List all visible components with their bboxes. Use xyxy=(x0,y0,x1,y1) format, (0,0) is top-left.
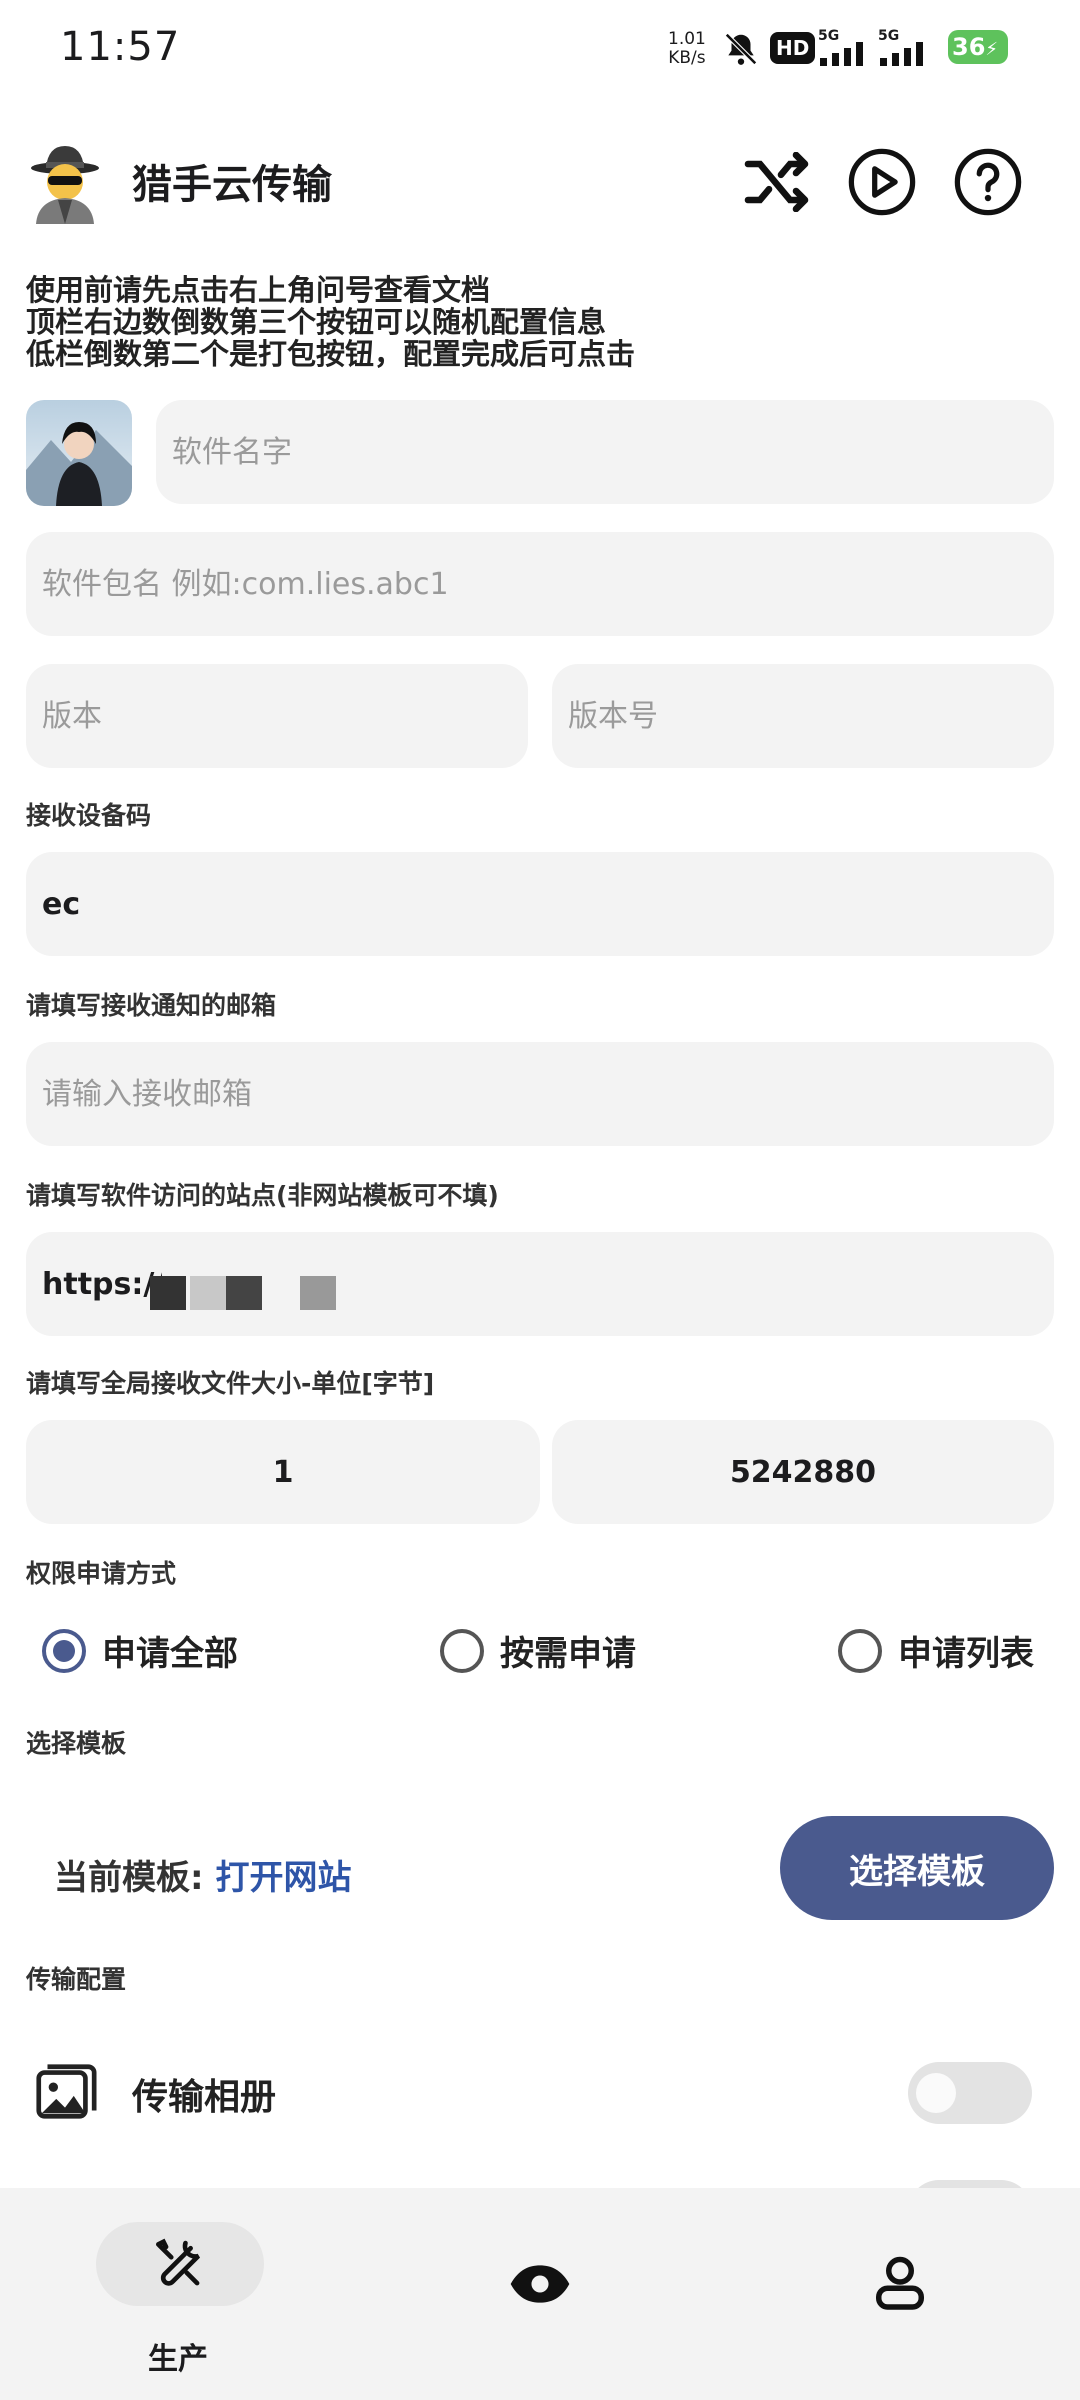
redacted-block xyxy=(150,1276,186,1310)
radio-request-all[interactable]: 申请全部 xyxy=(42,1626,238,1675)
redacted-block xyxy=(190,1276,226,1310)
tools-icon xyxy=(156,2238,201,2286)
radio-request-on-demand[interactable]: 按需申请 xyxy=(440,1626,636,1675)
transfer-label: 传输配置 xyxy=(26,1965,127,1994)
battery-indicator: 36⚡ xyxy=(948,30,1008,64)
mute-bell-icon xyxy=(725,33,757,65)
intro-line: 顶栏右边数倒数第三个按钮可以随机配置信息 xyxy=(26,305,607,339)
email-field[interactable] xyxy=(26,1042,1054,1146)
transfer-album-label: 传输相册 xyxy=(132,2077,277,2118)
intro-line: 使用前请先点击右上角问号查看文档 xyxy=(26,273,491,307)
nav-item-production[interactable] xyxy=(96,2222,264,2306)
user-icon[interactable] xyxy=(870,2250,930,2314)
app-icon-image xyxy=(26,422,132,506)
signal-icon-1 xyxy=(820,42,863,66)
net-speed-unit: KB/s xyxy=(668,48,706,68)
app-name-input[interactable] xyxy=(170,433,1054,471)
intro-text: 使用前请先点击右上角问号查看文档 顶栏右边数倒数第三个按钮可以随机配置信息 低栏… xyxy=(26,274,635,370)
shuffle-button[interactable] xyxy=(740,144,816,220)
signal-icon-2 xyxy=(880,42,923,66)
package-name-field[interactable] xyxy=(26,532,1054,636)
radio-request-list[interactable]: 申请列表 xyxy=(838,1626,1034,1675)
package-name-input[interactable] xyxy=(40,565,1054,603)
transfer-album-toggle[interactable] xyxy=(908,2062,1032,2124)
site-label: 请填写软件访问的站点(非网站模板可不填) xyxy=(26,1181,499,1210)
bottom-nav: 生产 xyxy=(0,2188,1080,2400)
size-min-field[interactable]: 1 xyxy=(26,1420,540,1524)
current-template-value: 打开网站 xyxy=(215,1858,352,1898)
redacted-block xyxy=(300,1276,336,1310)
play-icon xyxy=(848,148,916,216)
shuffle-icon xyxy=(744,152,809,212)
help-icon xyxy=(954,148,1022,216)
toggle-knob xyxy=(916,2073,956,2113)
spy-avatar-icon xyxy=(31,146,99,224)
size-max-field[interactable]: 5242880 xyxy=(552,1420,1054,1524)
device-code-label: 接收设备码 xyxy=(26,801,152,830)
version-code-field[interactable] xyxy=(552,664,1054,768)
choose-template-button[interactable]: 选择模板 xyxy=(780,1816,1054,1920)
radio-unselected-icon xyxy=(838,1628,882,1673)
nav-label-production: 生产 xyxy=(148,2342,208,2377)
version-input[interactable] xyxy=(40,697,528,735)
template-label: 选择模板 xyxy=(26,1729,127,1758)
radio-label: 申请全部 xyxy=(102,1634,238,1674)
app-title: 猎手云传输 xyxy=(132,162,332,208)
size-min-value: 1 xyxy=(272,1454,294,1490)
current-template: 当前模板: 打开网站 xyxy=(54,1850,351,1899)
help-button[interactable] xyxy=(950,144,1026,220)
version-code-input[interactable] xyxy=(566,697,1054,735)
redacted-block xyxy=(226,1276,262,1310)
app-name-field[interactable] xyxy=(156,400,1054,504)
charging-icon: ⚡ xyxy=(985,39,999,60)
battery-level: 36 xyxy=(952,33,986,61)
size-max-value: 5242880 xyxy=(729,1454,877,1490)
device-code-field[interactable] xyxy=(26,852,1054,956)
status-bar: 11:57 1.01 KB/s HD 5G 5G 36⚡ xyxy=(0,0,1080,100)
album-icon xyxy=(36,2064,97,2119)
radio-label: 申请列表 xyxy=(898,1634,1034,1674)
intro-line: 低栏倒数第二个是打包按钮，配置完成后可点击 xyxy=(26,337,636,371)
play-button[interactable] xyxy=(844,144,920,220)
version-field[interactable] xyxy=(26,664,528,768)
radio-label: 按需申请 xyxy=(500,1634,636,1674)
device-code-input[interactable] xyxy=(40,885,1054,923)
site-input[interactable] xyxy=(40,1265,164,1303)
current-template-prefix: 当前模板: xyxy=(54,1858,204,1898)
radio-unselected-icon xyxy=(440,1628,484,1673)
permission-label: 权限申请方式 xyxy=(26,1559,177,1588)
email-input[interactable] xyxy=(40,1075,1054,1113)
site-field[interactable] xyxy=(26,1232,1054,1336)
file-size-label: 请填写全局接收文件大小-单位[字节] xyxy=(26,1369,435,1398)
net-speed-value: 1.01 xyxy=(668,29,706,49)
app-icon-picker[interactable] xyxy=(26,400,132,506)
radio-selected-icon xyxy=(42,1628,86,1673)
email-label: 请填写接收通知的邮箱 xyxy=(26,991,277,1020)
eye-icon[interactable] xyxy=(508,2260,572,2308)
status-time: 11:57 xyxy=(60,24,181,70)
hd-badge: HD xyxy=(770,32,816,64)
net-speed: 1.01 KB/s xyxy=(668,30,706,68)
